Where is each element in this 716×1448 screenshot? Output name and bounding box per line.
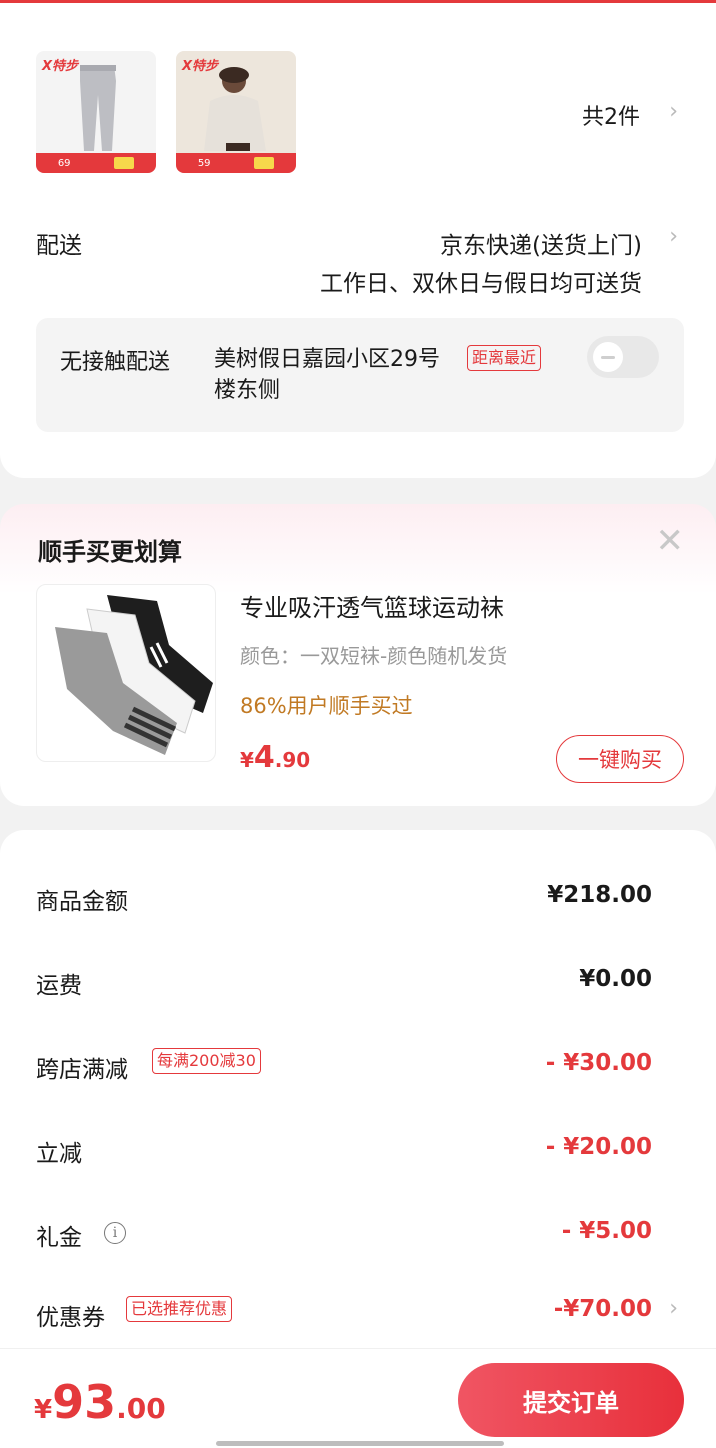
contactless-toggle[interactable]: [587, 336, 659, 378]
contactless-delivery-box: 无接触配送 美树假日嘉园小区29号楼东侧 距离最近: [36, 318, 684, 432]
coupon-badge: 已选推荐优惠: [126, 1296, 233, 1322]
currency-symbol: ¥: [34, 1395, 53, 1425]
cross-store-badge: 每满200减30: [152, 1048, 261, 1074]
sock-product-image[interactable]: [36, 584, 216, 762]
price-integer: 4: [253, 740, 275, 775]
coupon-value[interactable]: -¥70.00: [554, 1296, 652, 1322]
gift-cash-value: - ¥5.00: [561, 1218, 652, 1244]
upsell-product-spec: 颜色：一双短袜-颜色随机发货: [240, 644, 508, 668]
thumb-price: 69: [57, 157, 71, 169]
total-price: ¥93.00: [34, 1375, 166, 1429]
cross-store-label: 跨店满减: [36, 1057, 128, 1083]
close-icon[interactable]: ✕: [656, 524, 685, 558]
checkout-bar: ¥93.00 提交订单: [0, 1348, 716, 1448]
info-icon[interactable]: i: [104, 1222, 126, 1244]
upsell-purchase-hint: 86%用户顺手买过: [240, 694, 413, 718]
thumb-price-strip: 69: [36, 153, 156, 173]
price-decimal: .90: [274, 748, 311, 772]
shipping-value: ¥0.00: [579, 966, 652, 992]
cross-store-value: - ¥30.00: [545, 1050, 652, 1076]
instant-discount-value: - ¥20.00: [545, 1134, 652, 1160]
one-click-buy-button[interactable]: 一键购买: [556, 735, 684, 783]
submit-order-button[interactable]: 提交订单: [458, 1363, 684, 1437]
toggle-knob: [593, 342, 623, 372]
delivery-method[interactable]: 京东快递(送货上门): [440, 226, 642, 260]
goods-amount-label: 商品金额: [36, 889, 128, 915]
coupon-label: 优惠券: [36, 1305, 105, 1331]
chevron-right-icon[interactable]: ›: [669, 224, 678, 249]
chevron-right-icon[interactable]: ›: [669, 1296, 678, 1321]
contactless-address: 美树假日嘉园小区29号楼东侧: [214, 347, 440, 403]
instant-discount-label: 立减: [36, 1141, 82, 1167]
chevron-right-icon[interactable]: ›: [669, 99, 678, 124]
socks-illustration: [55, 595, 213, 755]
thumb-price-strip: 59: [176, 153, 296, 173]
delivery-label: 配送: [36, 233, 82, 259]
nearest-badge: 距离最近: [467, 345, 542, 371]
total-decimal: .00: [116, 1392, 166, 1425]
brand-logo: X特步: [42, 59, 79, 74]
upsell-price: ¥4.90: [240, 740, 310, 775]
upsell-card: 顺手买更划算 ✕ 专业吸汗透气篮球运动袜 颜色：一双短袜-颜色随机发货 86%用…: [0, 504, 716, 806]
upsell-title: 顺手买更划算: [38, 538, 182, 566]
thumb-price: 59: [197, 157, 211, 169]
brand-logo: X特步: [182, 59, 219, 74]
item-count[interactable]: 共2件: [582, 99, 640, 131]
currency-symbol: ¥: [240, 748, 254, 772]
home-indicator[interactable]: [216, 1441, 504, 1446]
gift-cash-label: 礼金: [36, 1225, 82, 1251]
contactless-label: 无接触配送: [60, 350, 171, 375]
upsell-product-name[interactable]: 专业吸汗透气篮球运动袜: [240, 588, 504, 623]
total-integer: 93: [52, 1375, 117, 1429]
items-delivery-card: X特步 69 X特步 59 共2件 › 配送 京东快递(送货上门) › 工作日、…: [0, 3, 716, 478]
product-thumb-hoodie[interactable]: X特步 59: [176, 51, 296, 173]
delivery-schedule: 工作日、双休日与假日均可送货: [320, 271, 642, 297]
product-thumb-pants[interactable]: X特步 69: [36, 51, 156, 173]
goods-amount-value: ¥218.00: [547, 882, 652, 908]
shipping-label: 运费: [36, 973, 82, 999]
